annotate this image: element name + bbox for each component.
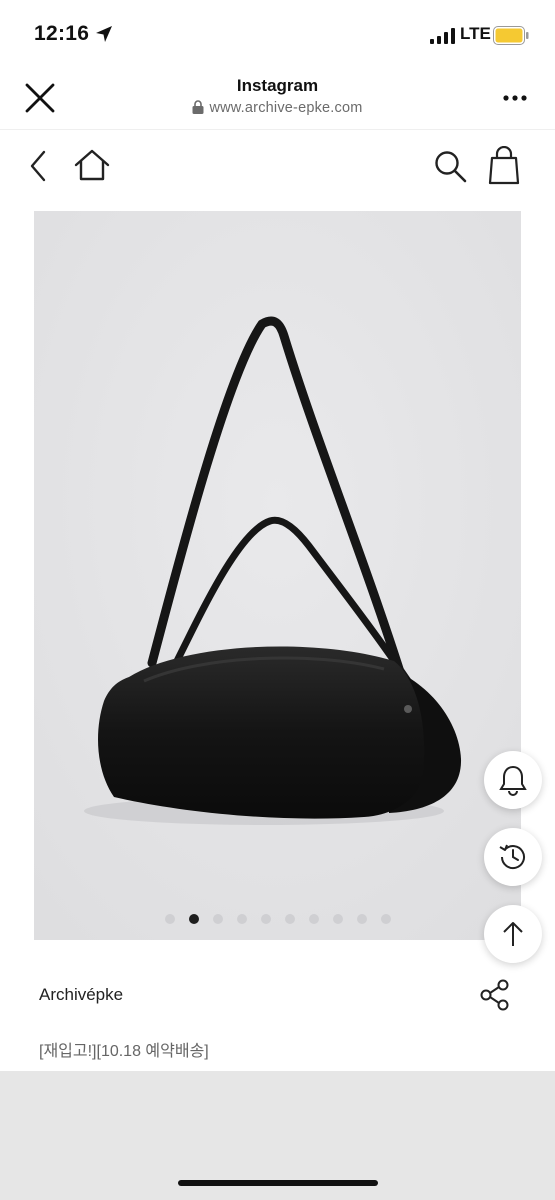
search-icon[interactable] bbox=[432, 148, 468, 184]
share-icon[interactable] bbox=[478, 978, 512, 1012]
carousel-dot[interactable] bbox=[236, 914, 247, 924]
scroll-to-top-button[interactable] bbox=[484, 905, 542, 963]
product-photo bbox=[34, 211, 521, 940]
product-image[interactable] bbox=[34, 211, 521, 940]
site-nav bbox=[0, 130, 555, 202]
carousel-dot[interactable] bbox=[380, 914, 391, 924]
notification-button[interactable] bbox=[484, 751, 542, 809]
bell-icon bbox=[499, 765, 527, 796]
browser-url[interactable]: www.archive-epke.com bbox=[0, 100, 555, 116]
browser-title: Instagram bbox=[236, 76, 319, 95]
carousel-dot[interactable] bbox=[164, 914, 175, 924]
network-type: LTE bbox=[460, 24, 491, 43]
carousel-dots bbox=[34, 914, 521, 924]
home-icon[interactable] bbox=[72, 146, 112, 184]
carousel-dot[interactable] bbox=[308, 914, 319, 924]
lock-icon bbox=[192, 100, 204, 114]
location-arrow-icon bbox=[96, 26, 112, 42]
battery-icon bbox=[493, 26, 529, 45]
arrow-up-icon bbox=[503, 922, 523, 946]
carousel-dot[interactable] bbox=[188, 914, 199, 924]
status-time: 12:16 bbox=[34, 22, 90, 45]
carousel-dot[interactable] bbox=[260, 914, 271, 924]
home-indicator bbox=[178, 1180, 378, 1186]
brand-name[interactable]: Archivépke bbox=[39, 985, 123, 1005]
product-tag: [재입고!][10.18 예약배송] bbox=[39, 1043, 209, 1060]
in-app-browser-bar: Instagram www.archive-epke.com bbox=[0, 66, 555, 130]
signal-bars-icon bbox=[430, 28, 455, 44]
carousel-dot[interactable] bbox=[284, 914, 295, 924]
status-bar: 12:16 LTE bbox=[0, 0, 555, 66]
url-text: www.archive-epke.com bbox=[209, 100, 363, 116]
carousel-dot[interactable] bbox=[356, 914, 367, 924]
history-icon bbox=[499, 844, 525, 869]
shopping-bag-icon[interactable] bbox=[486, 146, 522, 186]
recent-history-button[interactable] bbox=[484, 828, 542, 886]
more-options-icon[interactable] bbox=[498, 88, 532, 108]
carousel-dot[interactable] bbox=[212, 914, 223, 924]
carousel-dot[interactable] bbox=[332, 914, 343, 924]
back-icon[interactable] bbox=[24, 148, 54, 184]
